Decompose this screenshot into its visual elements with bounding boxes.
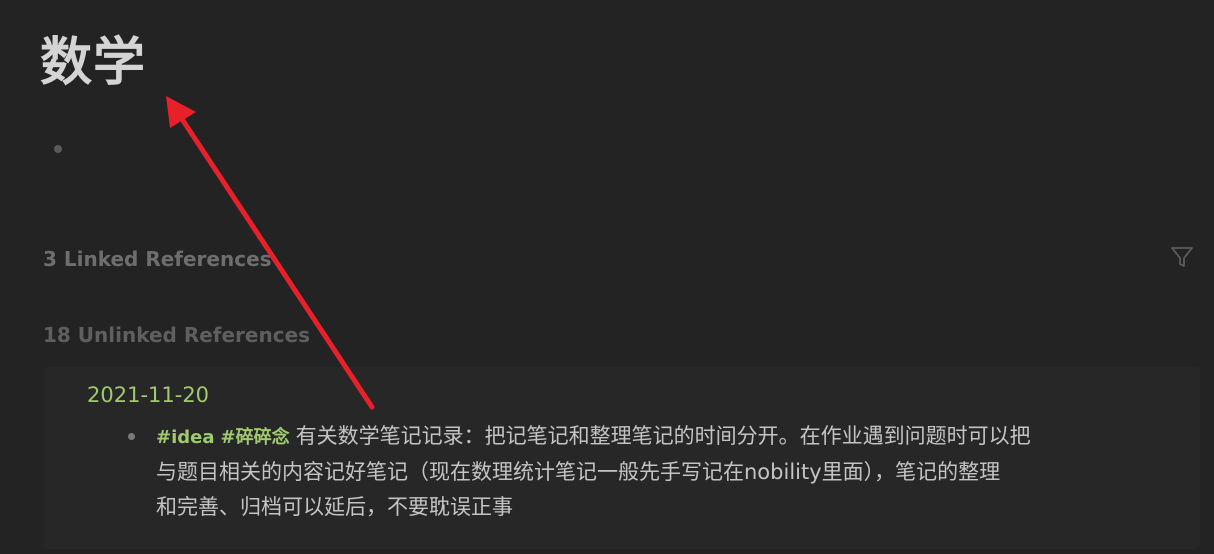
tag-suisuinian[interactable]: #碎碎念 <box>221 427 290 448</box>
page-title[interactable]: 数学 <box>40 28 146 98</box>
reference-date-link[interactable]: 2021-11-20 <box>87 381 209 409</box>
page-container: 数学 3 Linked References 18 Unlinked Refer… <box>0 0 1214 554</box>
tag-idea[interactable]: #idea <box>156 427 215 448</box>
empty-block-bullet[interactable] <box>54 145 62 153</box>
block-text-line-3: 和完善、归档可以延后，不要耽误正事 <box>156 495 513 519</box>
unlinked-reference-card: 2021-11-20 #idea #碎碎念 有关数学笔记记录：把记笔记和整理笔记的时… <box>43 367 1200 549</box>
block-text-line-2: 与题目相关的内容记好笔记（现在数理统计笔记一般先手写记在nobility里面），… <box>156 460 1001 484</box>
filter-icon[interactable] <box>1169 244 1195 270</box>
reference-block-content[interactable]: #idea #碎碎念 有关数学笔记记录：把记笔记和整理笔记的时间分开。在作业遇到问题… <box>156 419 1156 525</box>
block-bullet[interactable] <box>128 433 135 440</box>
unlinked-references-header[interactable]: 18 Unlinked References <box>43 322 310 348</box>
linked-references-header[interactable]: 3 Linked References <box>43 246 272 272</box>
block-text-line-1: 有关数学笔记记录：把记笔记和整理笔记的时间分开。在作业遇到问题时可以把 <box>295 424 1031 448</box>
